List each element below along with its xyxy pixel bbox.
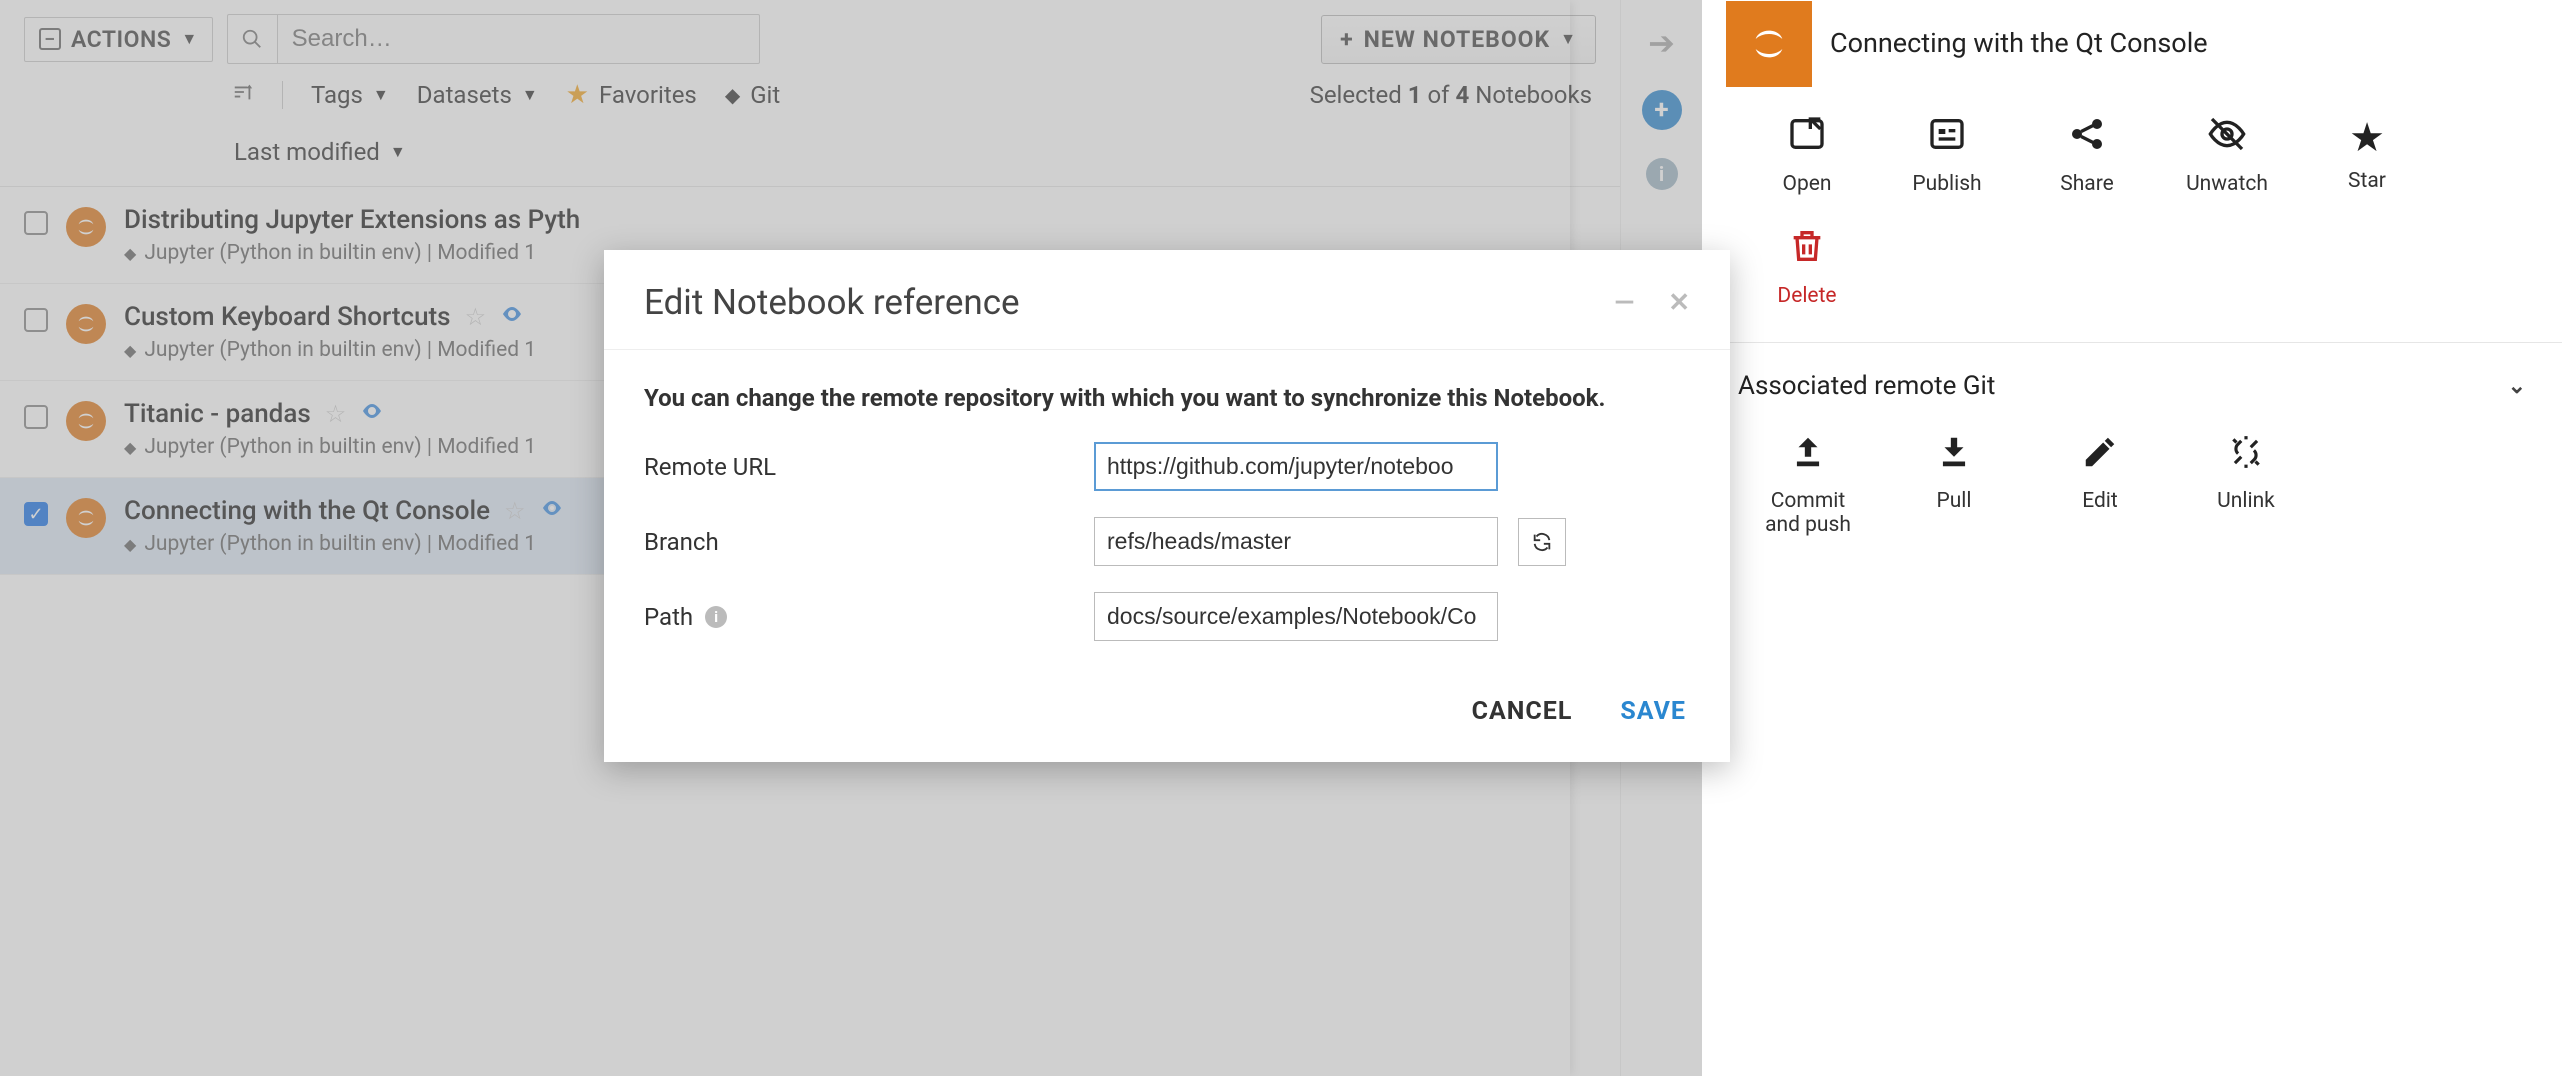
star-icon: ★ [2349,114,2385,161]
download-icon [1935,433,1973,481]
chevron-down-icon: ⌄ [2508,374,2526,399]
edit-git-action[interactable]: Edit [2050,433,2150,537]
open-icon [1787,114,1827,164]
remote-url-label: Remote URL [644,453,1074,481]
share-icon [2067,114,2107,164]
pencil-icon [2081,433,2119,481]
open-action[interactable]: Open [1762,114,1852,196]
remote-url-input[interactable] [1094,442,1498,491]
edit-notebook-reference-modal: Edit Notebook reference — ✕ You can chan… [604,250,1730,762]
path-input[interactable] [1094,592,1498,641]
branch-label: Branch [644,528,1074,556]
unwatch-icon [2207,114,2247,164]
trash-icon [1787,226,1827,276]
save-button[interactable]: SAVE [1620,697,1686,726]
unlink-action[interactable]: Unlink [2196,433,2296,537]
publish-action[interactable]: Publish [1902,114,1992,196]
share-action[interactable]: Share [2042,114,2132,196]
path-label: Path i [644,603,1074,631]
delete-action[interactable]: Delete [1762,226,1852,308]
star-action[interactable]: ★ Star [2322,114,2412,196]
close-icon[interactable]: ✕ [1668,288,1690,318]
git-section-header[interactable]: Associated remote Git ⌄ [1702,342,2562,429]
commit-push-action[interactable]: Commit and push [1758,433,1858,537]
detail-title: Connecting with the Qt Console [1830,27,2208,59]
branch-input[interactable] [1094,517,1498,566]
git-section-title: Associated remote Git [1738,371,1995,401]
jupyter-icon [1726,1,1812,87]
pull-action[interactable]: Pull [1904,433,2004,537]
cancel-button[interactable]: CANCEL [1472,697,1573,726]
info-icon[interactable]: i [705,606,727,628]
unwatch-action[interactable]: Unwatch [2182,114,2272,196]
refresh-branch-button[interactable] [1518,518,1566,566]
modal-title: Edit Notebook reference [644,282,1020,323]
modal-description: You can change the remote repository wit… [644,380,1690,416]
minimize-icon[interactable]: — [1614,288,1634,318]
refresh-icon [1531,531,1553,553]
publish-icon [1927,114,1967,164]
unlink-icon [2227,433,2265,481]
upload-icon [1789,433,1827,481]
